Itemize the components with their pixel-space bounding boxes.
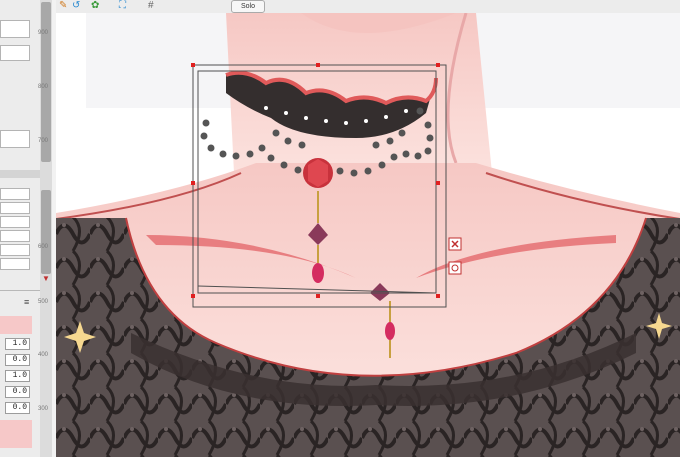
- properties-panel: ≡ 1.0 0.0 1.0 0.0 0.0: [0, 0, 41, 457]
- ruler-tick: 800: [38, 84, 49, 90]
- menu-icon[interactable]: ≡: [24, 297, 29, 307]
- ruler-tick: 900: [38, 30, 49, 36]
- param-value[interactable]: 0.0: [5, 402, 30, 414]
- grid-icon[interactable]: #: [148, 1, 154, 11]
- layers-icon[interactable]: ✿: [91, 1, 99, 11]
- selected-parameter-row[interactable]: [0, 316, 32, 334]
- panel-field[interactable]: [0, 45, 30, 61]
- panel-field[interactable]: [0, 258, 30, 270]
- param-value[interactable]: 1.0: [5, 338, 30, 350]
- artwork: [56, 13, 680, 457]
- ruler-tick: 500: [38, 299, 49, 305]
- arrow-icon[interactable]: ↺: [72, 1, 80, 11]
- panel-header: [0, 170, 40, 178]
- panel-field[interactable]: [0, 202, 30, 214]
- divider: [0, 290, 40, 291]
- rotate-icon: [448, 261, 462, 275]
- ruler-tick: 600: [38, 244, 49, 250]
- ruler-tick: 400: [38, 352, 49, 358]
- panel-field[interactable]: [0, 20, 30, 38]
- canvas-viewport[interactable]: [56, 13, 680, 457]
- view-toolbar: ✎ ↺ ✿ ⛶ # Solo: [56, 0, 680, 14]
- param-value[interactable]: 1.0: [5, 370, 30, 382]
- panel-field[interactable]: [0, 244, 30, 256]
- fit-icon[interactable]: ⛶: [119, 1, 126, 11]
- ruler-tick: 300: [38, 406, 49, 412]
- scrollbar-thumb[interactable]: [41, 190, 51, 274]
- panel-field[interactable]: [0, 188, 30, 200]
- bezier-icon[interactable]: ✎: [59, 1, 67, 11]
- param-value[interactable]: 0.0: [5, 386, 30, 398]
- panel-field[interactable]: [0, 130, 30, 148]
- collapse-arrow-icon[interactable]: ▼: [42, 274, 50, 283]
- param-value[interactable]: 0.0: [5, 354, 30, 366]
- ruler-tick: 700: [38, 138, 49, 144]
- dropdown[interactable]: [0, 230, 30, 242]
- selected-parameter-row[interactable]: [0, 420, 32, 448]
- dropdown[interactable]: [0, 216, 30, 228]
- solo-button[interactable]: Solo: [231, 0, 265, 13]
